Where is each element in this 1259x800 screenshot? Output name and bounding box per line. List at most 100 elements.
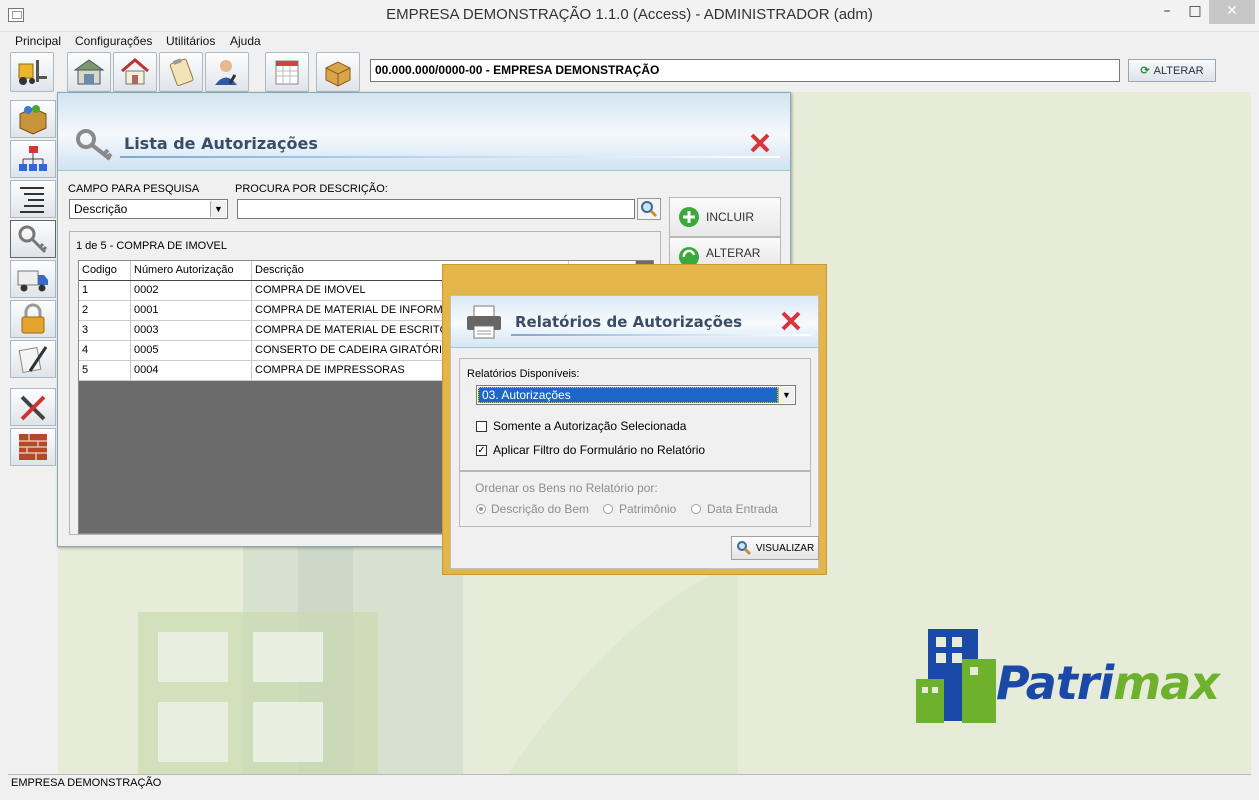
relatorios-dialog: Relatórios de Autorizações Relatórios Di… xyxy=(442,264,827,575)
radio-data-entrada[interactable] xyxy=(691,504,701,514)
toolbar-clipboard-button[interactable] xyxy=(159,52,203,92)
cell-codigo: 5 xyxy=(79,361,131,380)
sidebar-key-button[interactable] xyxy=(10,220,56,258)
alterar-company-button[interactable]: ⟳ ALTERAR xyxy=(1128,59,1216,82)
radio-descricao-label[interactable]: Descrição do Bem xyxy=(491,502,589,516)
refresh-icon: ⟳ xyxy=(1140,65,1150,77)
list-indent-icon xyxy=(20,187,44,213)
menu-utilitarios[interactable]: Utilitários xyxy=(166,34,215,48)
clipboard-icon xyxy=(169,58,194,86)
tools-icon xyxy=(20,395,46,421)
visualizar-label: VISUALIZAR xyxy=(755,542,815,554)
sidebar-tools-button[interactable] xyxy=(10,388,56,426)
toolbar-user-button[interactable] xyxy=(205,52,249,92)
logo-text-part-b: max xyxy=(1113,656,1220,710)
radio-patrimonio[interactable] xyxy=(603,504,613,514)
ordenar-group xyxy=(459,471,811,527)
search-button[interactable] xyxy=(637,198,661,220)
printer-icon xyxy=(467,305,501,339)
cell-numero: 0001 xyxy=(131,301,252,320)
campo-pesquisa-select[interactable]: Descrição ▼ xyxy=(69,199,228,219)
title-bar: EMPRESA DEMONSTRAÇÃO 1.1.0 (Access) - AD… xyxy=(0,0,1259,32)
lista-title: Lista de Autorizações xyxy=(124,134,318,153)
cell-numero: 0005 xyxy=(131,341,252,360)
box-icon xyxy=(325,61,351,87)
radio-data-entrada-label[interactable]: Data Entrada xyxy=(707,502,778,516)
cell-codigo: 2 xyxy=(79,301,131,320)
relatorios-disponiveis-label: Relatórios Disponíveis: xyxy=(467,368,580,380)
side-toolbar xyxy=(8,96,58,776)
sidebar-list-button[interactable] xyxy=(10,180,56,218)
chevron-down-icon: ▼ xyxy=(778,387,794,403)
radio-descricao[interactable] xyxy=(476,504,486,514)
sidebar-box-button[interactable] xyxy=(10,100,56,138)
house-icon xyxy=(121,58,149,85)
incluir-label: INCLUIR xyxy=(706,210,755,224)
column-header-codigo[interactable]: Codigo xyxy=(79,261,131,280)
sidebar-brick-button[interactable] xyxy=(10,428,56,466)
key-icon xyxy=(18,225,48,254)
warehouse-icon xyxy=(73,59,105,85)
key-icon xyxy=(76,129,113,161)
cell-numero: 0003 xyxy=(131,321,252,340)
ordenar-label: Ordenar os Bens no Relatório por: xyxy=(475,481,658,495)
truck-icon xyxy=(17,270,48,292)
lista-title-underline xyxy=(120,156,780,158)
alterar-label: ALTERAR xyxy=(706,246,761,260)
aplicar-filtro-label[interactable]: Aplicar Filtro do Formulário no Relatóri… xyxy=(493,443,705,457)
menu-ajuda[interactable]: Ajuda xyxy=(230,34,261,48)
alterar-button[interactable]: ALTERAR xyxy=(669,237,781,267)
search-icon xyxy=(641,201,658,218)
procura-label: PROCURA POR DESCRIÇÃO: xyxy=(235,183,388,195)
sidebar-hierarchy-button[interactable] xyxy=(10,140,56,178)
toolbar-house-button[interactable] xyxy=(113,52,157,92)
plus-circle-icon xyxy=(679,207,699,227)
toolbar-warehouse-button[interactable] xyxy=(67,52,111,92)
status-text: EMPRESA DEMONSTRAÇÃO xyxy=(11,777,162,789)
relatorios-title-underline xyxy=(511,334,811,336)
somente-selecionada-checkbox[interactable] xyxy=(476,421,487,432)
toolbar-calendar-button[interactable] xyxy=(265,52,309,92)
campo-pesquisa-value: Descrição xyxy=(74,202,128,216)
close-icon[interactable] xyxy=(780,310,802,332)
close-button[interactable]: ✕ xyxy=(1209,0,1255,24)
hierarchy-icon xyxy=(19,146,47,171)
menu-configuracoes[interactable]: Configurações xyxy=(75,34,152,48)
somente-selecionada-label[interactable]: Somente a Autorização Selecionada xyxy=(493,419,686,433)
relatorios-panel: Relatórios de Autorizações Relatórios Di… xyxy=(450,295,819,569)
brick-wall-icon xyxy=(19,434,47,460)
minimize-button[interactable]: – xyxy=(1152,0,1182,24)
menu-principal[interactable]: Principal xyxy=(15,34,61,48)
magnifier-icon xyxy=(736,541,751,556)
relatorio-selected-value: 03. Autorizações xyxy=(478,387,778,403)
patrimax-logo-text: Patrimax xyxy=(996,656,1220,710)
sidebar-truck-button[interactable] xyxy=(10,260,56,298)
relatorio-select[interactable]: 03. Autorizações ▼ xyxy=(476,385,796,405)
company-field[interactable]: 00.000.000/0000-00 - EMPRESA DEMONSTRAÇÃ… xyxy=(370,59,1120,82)
sidebar-padlock-button[interactable] xyxy=(10,300,56,338)
chevron-down-icon: ▼ xyxy=(210,201,226,217)
cell-codigo: 3 xyxy=(79,321,131,340)
forklift-icon xyxy=(18,60,47,85)
box-icon xyxy=(19,105,47,135)
sidebar-document-button[interactable] xyxy=(10,340,56,378)
visualizar-button[interactable]: VISUALIZAR xyxy=(731,536,819,560)
padlock-icon xyxy=(21,303,45,334)
close-icon[interactable] xyxy=(749,132,771,154)
procura-input[interactable] xyxy=(237,199,635,219)
maximize-button[interactable]: □ xyxy=(1180,0,1210,24)
logo-text-part-a: Patri xyxy=(996,656,1114,710)
status-bar: EMPRESA DEMONSTRAÇÃO xyxy=(8,774,1251,792)
column-header-numero[interactable]: Número Autorização xyxy=(131,261,252,280)
record-count: 1 de 5 - COMPRA DE IMOVEL xyxy=(76,240,227,252)
calendar-icon xyxy=(275,60,299,85)
toolbar-box-button[interactable] xyxy=(316,52,360,92)
alterar-company-label: ALTERAR xyxy=(1153,64,1204,77)
aplicar-filtro-checkbox[interactable]: ✓ xyxy=(476,445,487,456)
radio-patrimonio-label[interactable]: Patrimônio xyxy=(619,502,676,516)
document-pen-icon xyxy=(18,346,48,373)
toolbar-forklift-button[interactable] xyxy=(10,52,54,92)
incluir-button[interactable]: INCLUIR xyxy=(669,197,781,237)
lista-header: Lista de Autorizações xyxy=(58,93,790,171)
cell-numero: 0002 xyxy=(131,281,252,300)
